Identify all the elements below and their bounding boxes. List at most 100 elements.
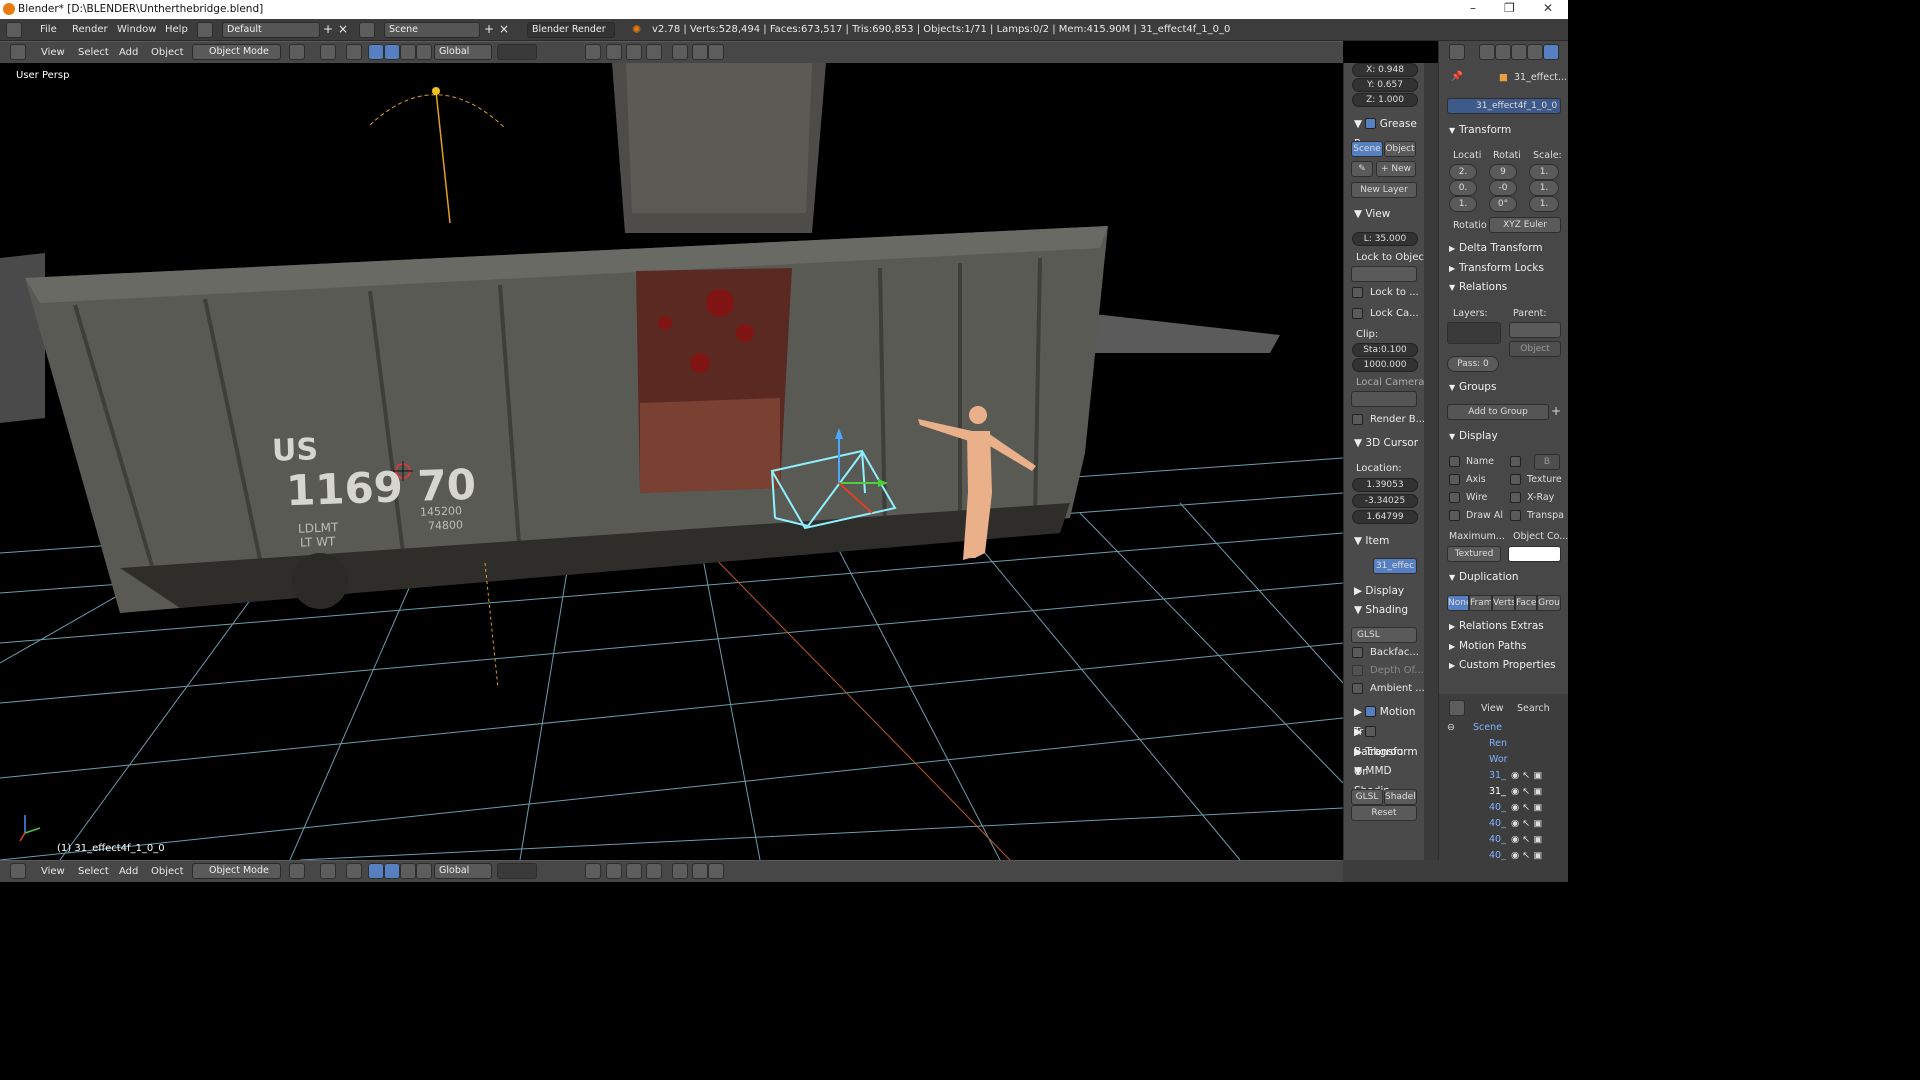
orientation-select[interactable]: Global (434, 44, 492, 60)
outliner-item-render[interactable]: Ren (1489, 738, 1507, 749)
sidebar-scrollbar[interactable] (1424, 63, 1438, 860)
rotate-icon[interactable] (384, 44, 400, 60)
visibility-eye-icon[interactable]: ◉ ↖ ▣ (1511, 786, 1542, 797)
grease-pencil-icon[interactable]: ✎ (1351, 161, 1373, 177)
render-tab-icon[interactable] (1479, 44, 1495, 60)
translate-icon[interactable] (368, 863, 384, 879)
outliner-menu-view[interactable]: View (1481, 703, 1504, 714)
lock-camera-icon[interactable] (585, 863, 601, 879)
clip-start-field[interactable]: Sta:0.100 (1352, 343, 1418, 357)
scene-select[interactable]: Scene (384, 22, 480, 38)
modifier-tab-icon[interactable] (1527, 44, 1543, 60)
panel-delta-transform[interactable]: ▶ Delta Transform (1439, 239, 1568, 258)
cursor-y-field[interactable]: -3.34025 (1352, 494, 1418, 508)
grease-new-button[interactable]: + New (1376, 161, 1416, 177)
panel-shading[interactable]: ▼ Shading (1344, 600, 1424, 620)
layers-grid[interactable] (497, 863, 537, 879)
lock-object-field[interactable] (1351, 266, 1417, 282)
loc-x[interactable]: 2. (1449, 164, 1477, 180)
visibility-eye-icon[interactable]: ◉ ↖ ▣ (1511, 834, 1542, 845)
scale-y-field[interactable]: Y: 0.657 (1352, 78, 1418, 92)
display-drawall-checkbox[interactable] (1449, 510, 1460, 521)
parent-field[interactable] (1509, 322, 1561, 338)
cursor-x-field[interactable]: 1.39053 (1352, 478, 1418, 492)
snap-icon[interactable] (626, 44, 642, 60)
add-layout-button[interactable]: + (321, 22, 335, 37)
cursor-z-field[interactable]: 1.64799 (1352, 510, 1418, 524)
panel-transform-orientation[interactable]: ▶ Transform Or (1344, 742, 1424, 778)
visibility-eye-icon[interactable]: ◉ ↖ ▣ (1511, 770, 1542, 781)
world-tab-icon[interactable] (1511, 44, 1527, 60)
panel-item[interactable]: ▼ Item (1344, 531, 1424, 551)
display-name-checkbox[interactable] (1449, 456, 1460, 467)
loc-z[interactable]: 1. (1449, 196, 1477, 212)
add-group-plus-icon[interactable]: + (1551, 404, 1561, 418)
lock-camera-checkbox[interactable] (1352, 308, 1363, 319)
opengl-render-icon[interactable] (672, 863, 688, 879)
outliner-editor-type-icon[interactable] (1449, 700, 1465, 716)
object-name-field[interactable]: 31_effect4f_1_0_0 (1447, 98, 1561, 114)
panel-motion-paths[interactable]: ▶ Motion Paths (1439, 637, 1568, 656)
scale-icon[interactable] (400, 863, 416, 879)
render-anim-icon[interactable] (692, 44, 708, 60)
layout-icon[interactable] (197, 22, 213, 38)
pass-index-field[interactable]: Pass: 0 (1447, 356, 1499, 372)
pivot-icon[interactable] (320, 44, 336, 60)
grease-object-button[interactable]: Object (1384, 141, 1416, 157)
grease-scene-button[interactable]: Scene (1351, 141, 1383, 157)
display-axis-checkbox[interactable] (1449, 474, 1460, 485)
scale-z-field[interactable]: Z: 1.000 (1352, 93, 1418, 107)
extra-icon[interactable] (708, 44, 724, 60)
shading-icon[interactable] (289, 863, 305, 879)
scale-y[interactable]: 1. (1529, 180, 1559, 196)
dup-verts[interactable]: Verts (1492, 595, 1515, 611)
visibility-eye-icon[interactable]: ◉ ↖ ▣ (1511, 802, 1542, 813)
menu-help[interactable]: Help (165, 24, 188, 35)
rot-z[interactable]: 0° (1489, 196, 1517, 212)
panel-background[interactable]: ▶ Backgrou (1344, 722, 1424, 758)
local-camera-field[interactable] (1351, 391, 1417, 407)
extra-icon[interactable] (708, 863, 724, 879)
layers-grid-field[interactable] (1447, 322, 1501, 344)
panel-custom-properties[interactable]: ▶ Custom Properties (1439, 656, 1568, 675)
loc-y[interactable]: 0. (1449, 180, 1477, 196)
layout-select[interactable]: Default (222, 22, 320, 38)
visibility-eye-icon[interactable]: ◉ ↖ ▣ (1511, 818, 1542, 829)
outliner-item-obj2[interactable]: 31_ (1489, 786, 1506, 797)
display-xray-checkbox[interactable] (1510, 492, 1521, 503)
maximize-button[interactable]: ❐ (1504, 1, 1515, 15)
rot-y[interactable]: -0 (1489, 180, 1517, 196)
props-editor-type-icon[interactable] (1449, 44, 1465, 60)
outliner-item-obj1[interactable]: 31_ (1489, 770, 1506, 781)
scale-x-field[interactable]: X: 0.948 (1352, 63, 1418, 77)
panel-transform-locks[interactable]: ▶ Transform Locks (1439, 259, 1568, 278)
panel-view[interactable]: ▼ View (1344, 204, 1424, 224)
scale-z[interactable]: 1. (1529, 196, 1559, 212)
manipulator-icon[interactable] (346, 863, 362, 879)
item-name-field[interactable]: 31_effec (1373, 558, 1417, 574)
display-b-checkbox[interactable] (1510, 456, 1521, 467)
render-border-checkbox[interactable] (1352, 414, 1363, 425)
backface-checkbox[interactable] (1352, 647, 1363, 658)
menu-select[interactable]: Select (78, 47, 109, 58)
rot-x[interactable]: 9 (1489, 164, 1517, 180)
manipulator-icon[interactable] (346, 44, 362, 60)
rotation-mode-select[interactable]: XYZ Euler (1489, 217, 1561, 233)
panel-display[interactable]: ▼ Display (1439, 427, 1568, 446)
panel-display[interactable]: ▶ Display (1344, 581, 1424, 601)
parent-type-select[interactable]: Object (1509, 341, 1561, 357)
dup-frames[interactable]: Fram (1469, 595, 1492, 611)
minimize-button[interactable]: – (1470, 1, 1476, 15)
outliner-item-world[interactable]: Wor (1489, 754, 1508, 765)
mode-select[interactable]: Object Mode (192, 863, 281, 879)
clip-end-field[interactable]: 1000.000 (1352, 358, 1418, 372)
panel-motion-tracking[interactable]: ▶ Motion Tr (1344, 702, 1424, 738)
editor-type-icon[interactable] (6, 22, 22, 38)
render-anim-icon[interactable] (692, 863, 708, 879)
menu-window[interactable]: Window (117, 24, 156, 35)
rotate-icon[interactable] (384, 863, 400, 879)
menu-add[interactable]: Add (119, 866, 138, 877)
shading-mode-select[interactable]: GLSL (1351, 627, 1417, 643)
panel-duplication[interactable]: ▼ Duplication (1439, 568, 1568, 587)
dup-faces[interactable]: Face (1515, 595, 1537, 611)
